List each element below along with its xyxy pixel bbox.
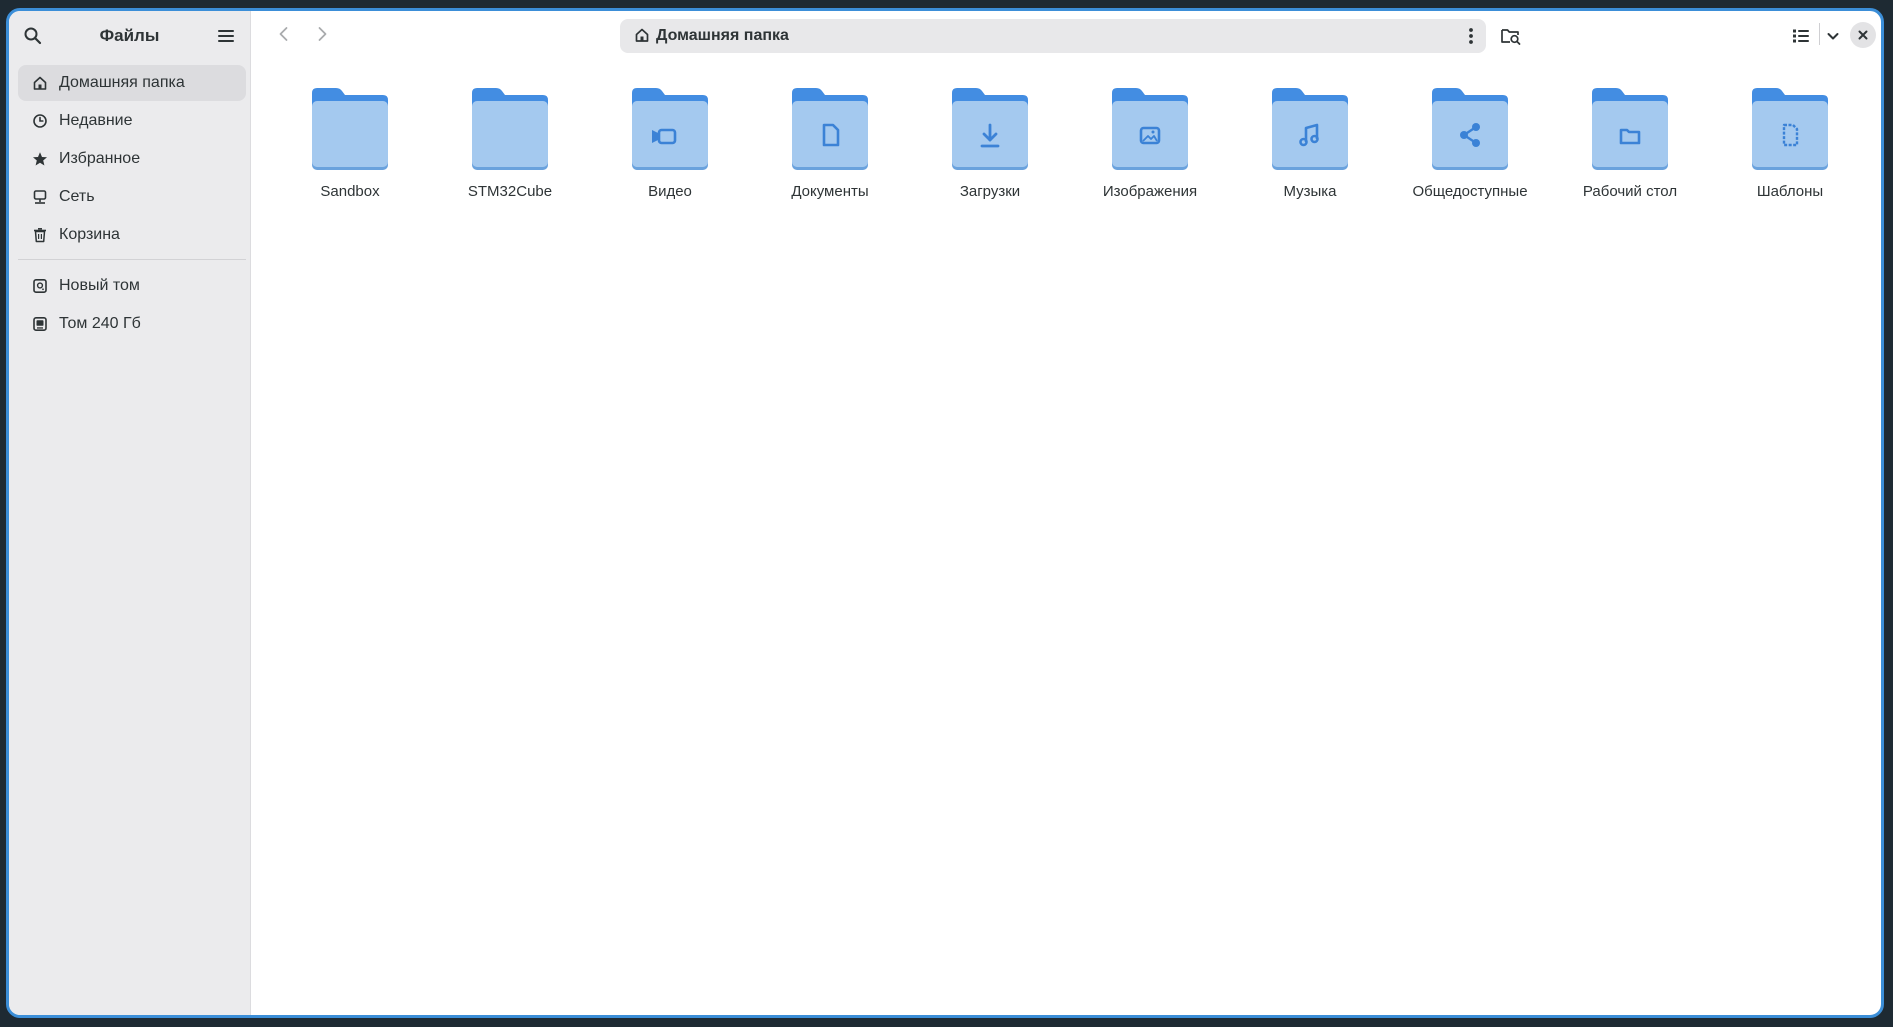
file-view: Sandbox STM32Cube Видео Документы Загрузки Из… (250, 57, 1881, 1015)
file-item[interactable]: Загрузки (910, 87, 1070, 200)
list-view-icon[interactable] (1791, 27, 1811, 45)
sidebar-item-label: Домашняя папка (59, 74, 185, 91)
sidebar-item-network[interactable]: Сеть (18, 179, 246, 215)
file-name: Шаблоны (1756, 183, 1824, 200)
file-item[interactable]: Документы (750, 87, 910, 200)
star-icon (31, 150, 49, 168)
folder-share-icon (1430, 87, 1510, 171)
sidebar: Файлы Домашняя папка Недавние Избранное (9, 11, 251, 1015)
sidebar-item-starred[interactable]: Избранное (18, 141, 246, 177)
forward-button[interactable] (312, 24, 332, 44)
folder-icon (310, 87, 390, 171)
sidebar-item-trash[interactable]: Корзина (18, 217, 246, 253)
search-in-folder-icon[interactable] (1500, 26, 1522, 46)
file-name: Общедоступные (1412, 183, 1528, 200)
file-item[interactable]: Шаблоны (1710, 87, 1870, 200)
sidebar-item-label: Корзина (59, 226, 120, 243)
file-name: Загрузки (959, 183, 1021, 200)
file-item[interactable]: Sandbox (270, 87, 430, 200)
file-name: Видео (648, 183, 692, 200)
hamburger-menu-icon[interactable] (216, 27, 236, 45)
sidebar-item-label: Избранное (59, 150, 141, 167)
file-name: Документы (791, 183, 869, 200)
sidebar-item-label: Том 240 Гб (59, 315, 141, 332)
close-button[interactable] (1850, 22, 1876, 48)
folder-template-icon (1750, 87, 1830, 171)
sidebar-item-volume-240[interactable]: Том 240 Гб (18, 306, 246, 342)
sidebar-separator (18, 259, 246, 260)
kebab-menu-icon[interactable] (1468, 27, 1474, 45)
header-bar: Домашняя папка (250, 11, 1881, 57)
file-grid: Sandbox STM32Cube Видео Документы Загрузки Из… (270, 87, 1870, 200)
path-bar[interactable]: Домашняя папка (620, 19, 1486, 53)
network-icon (31, 188, 49, 206)
chevron-down-icon[interactable] (1825, 28, 1841, 44)
sidebar-item-volume-new[interactable]: Новый том (18, 268, 246, 304)
clock-icon (31, 112, 49, 130)
home-icon (634, 27, 652, 45)
file-name: Музыка (1283, 183, 1337, 200)
file-item[interactable]: Видео (590, 87, 750, 200)
folder-download-icon (950, 87, 1030, 171)
sidebar-item-recent[interactable]: Недавние (18, 103, 246, 139)
view-switcher-separator (1819, 23, 1820, 45)
folder-music-icon (1270, 87, 1350, 171)
folder-icon (470, 87, 550, 171)
file-item[interactable]: Рабочий стол (1550, 87, 1710, 200)
back-button[interactable] (274, 24, 294, 44)
file-manager-window: Файлы Домашняя папка Недавние Избранное (6, 8, 1884, 1018)
drive-icon (31, 315, 49, 333)
sidebar-header: Файлы (9, 11, 250, 57)
folder-image-icon (1110, 87, 1190, 171)
folder-camera-icon (630, 87, 710, 171)
file-name: Рабочий стол (1582, 183, 1678, 200)
file-item[interactable]: Общедоступные (1390, 87, 1550, 200)
folder-folder-icon (1590, 87, 1670, 171)
home-icon (31, 74, 49, 92)
drive-icon (31, 277, 49, 295)
current-location: Домашняя папка (656, 27, 789, 44)
close-icon (1858, 30, 1868, 40)
file-item[interactable]: Музыка (1230, 87, 1390, 200)
sidebar-item-label: Новый том (59, 277, 140, 294)
file-name: Sandbox (320, 183, 380, 200)
sidebar-item-home[interactable]: Домашняя папка (18, 65, 246, 101)
app-title: Файлы (99, 26, 160, 45)
trash-icon (31, 226, 49, 244)
file-name: STM32Cube (467, 183, 553, 200)
file-item[interactable]: STM32Cube (430, 87, 590, 200)
file-name: Изображения (1102, 183, 1198, 200)
folder-document-icon (790, 87, 870, 171)
file-item[interactable]: Изображения (1070, 87, 1230, 200)
sidebar-item-label: Недавние (59, 112, 133, 129)
sidebar-item-label: Сеть (59, 188, 95, 205)
